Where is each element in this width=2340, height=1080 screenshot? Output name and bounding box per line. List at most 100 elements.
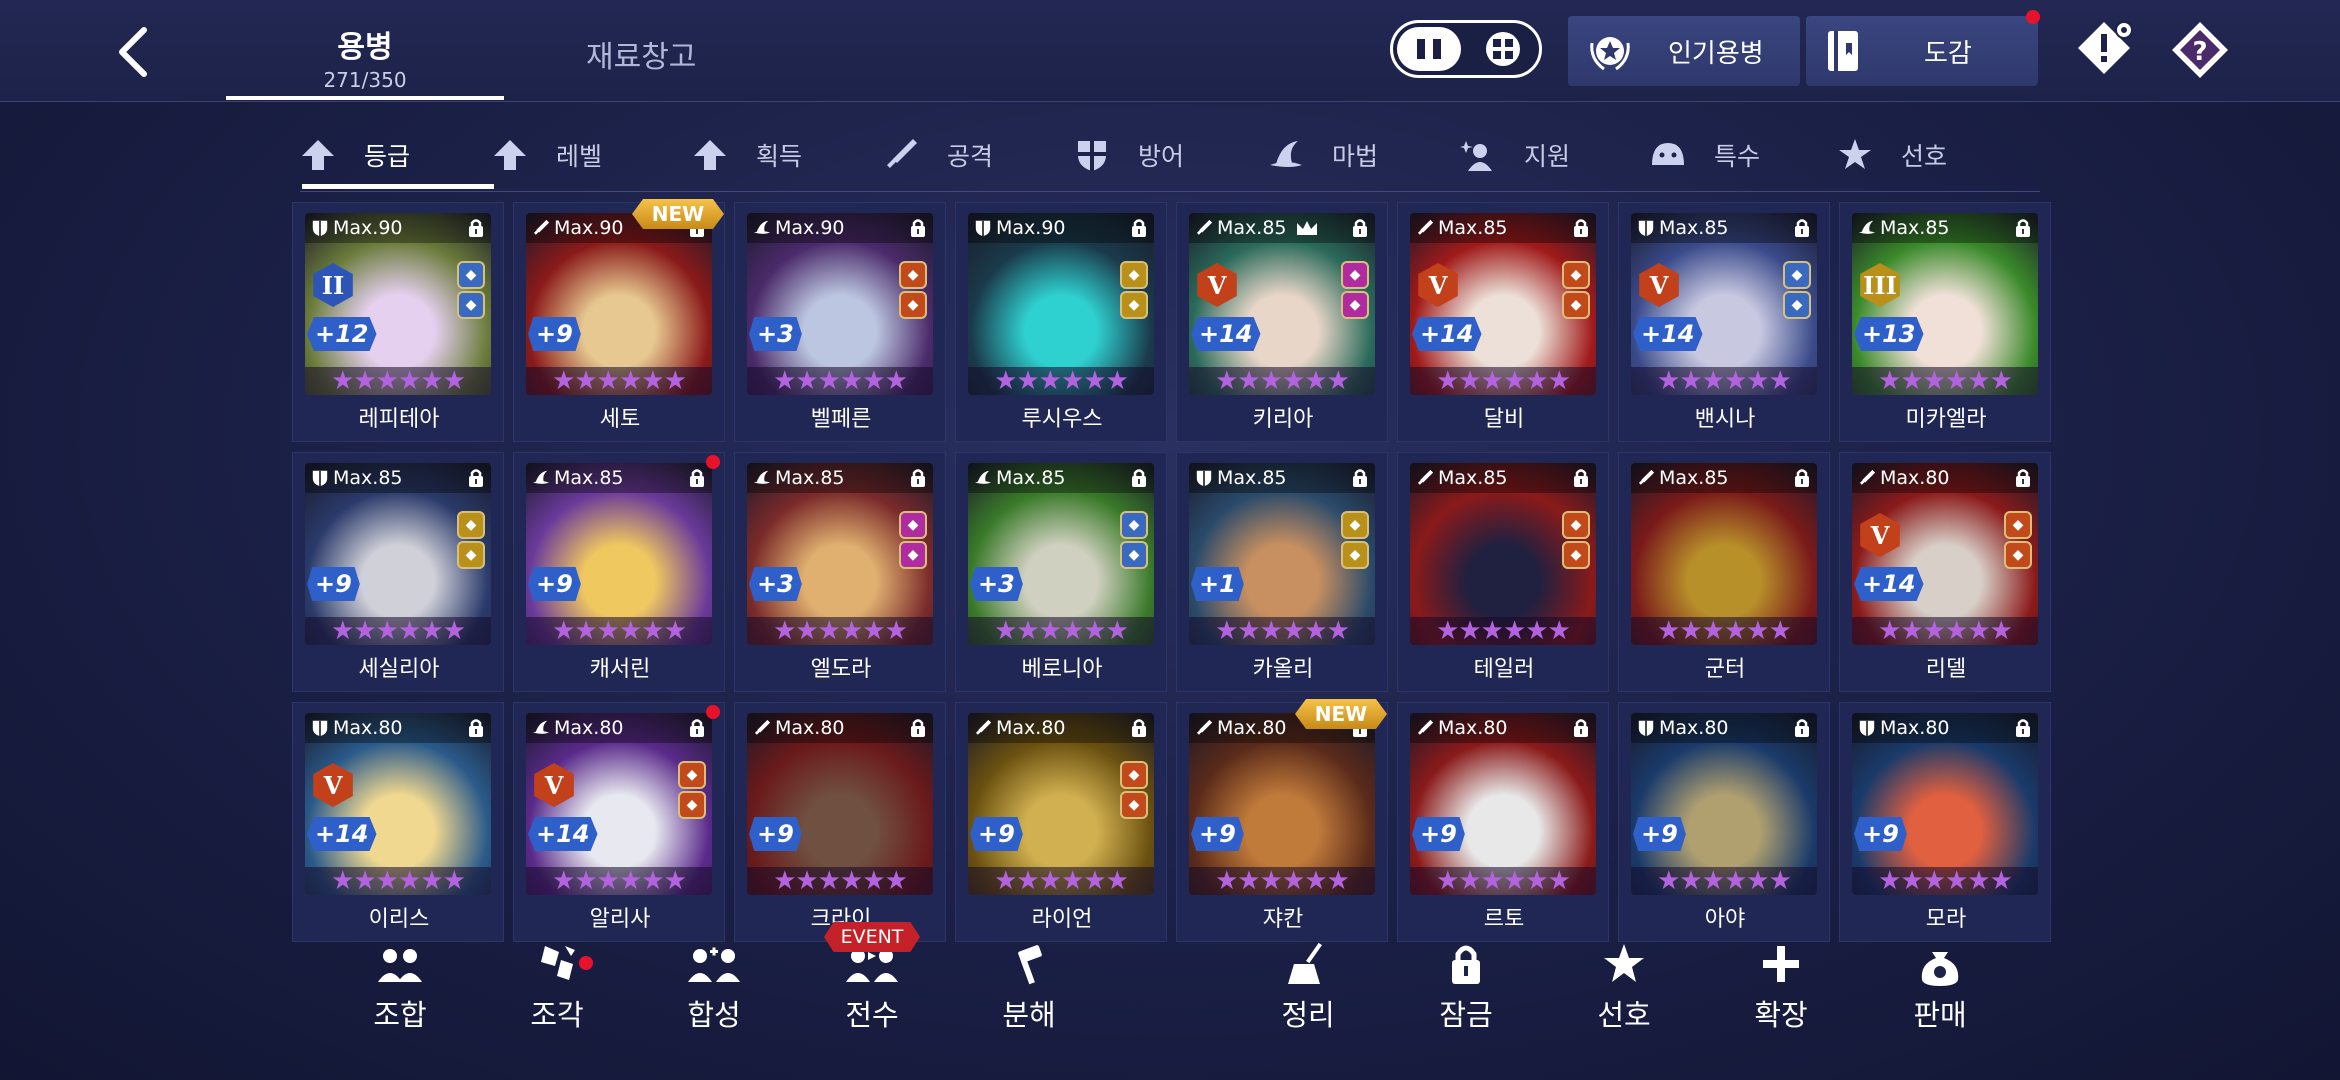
lock-icon[interactable] [1793,718,1811,738]
popular-mercenary-button[interactable]: 인기용병 [1568,16,1800,86]
enhance-level: +14 [307,817,377,851]
character-portrait: Max.85 III +13 ★★★★★★ [1852,213,2038,395]
notice-settings-button[interactable] [2074,18,2138,82]
mercenary-card[interactable]: Max.85 ◆ ◆ +3 ★★★★★★ 엘도라 [734,452,946,692]
lock-icon[interactable] [1572,718,1590,738]
sword-icon [975,719,992,735]
lock-icon[interactable] [1793,468,1811,488]
lock-icon[interactable] [1130,468,1148,488]
filter-shield-4[interactable]: 방어 [1074,118,1184,192]
lock-icon[interactable] [1351,468,1369,488]
filter-star-8[interactable]: 선호 [1837,118,1947,192]
mercenary-card[interactable]: Max.85 ◆ ◆ +1 ★★★★★★ 카올리 [1176,452,1388,692]
lock-icon[interactable] [2014,718,2032,738]
lock-icon[interactable] [688,718,706,738]
mercenary-card[interactable]: Max.80 +9 ★★★★★★ 크라이 [734,702,946,942]
action-broom[interactable]: 정리 [1248,942,1368,1034]
sword-icon [1638,469,1655,485]
help-button[interactable]: ? [2168,18,2232,82]
mercenary-card[interactable]: Max.90 +9 ★★★★★★ 세토 NEW [513,199,725,442]
lock-icon[interactable] [1130,218,1148,238]
star-rating: ★★★★★★ [1410,616,1596,645]
character-portrait: Max.85 ◆ ◆ +1 ★★★★★★ [1189,463,1375,645]
action-moneybag[interactable]: 판매 [1880,942,2000,1034]
mercenary-name: 미카엘라 [1905,407,1987,432]
filter-arrow-up-2[interactable]: 획득 [692,118,802,192]
lock-icon[interactable] [909,468,927,488]
lock-icon[interactable] [909,718,927,738]
action-hammer[interactable]: 분해 [969,942,1089,1034]
mercenary-card[interactable]: Max.80 +9 ★★★★★★ 르토 [1397,702,1609,942]
skill-gem-icon: ◆ [457,541,485,569]
mercenary-name: 루시우스 [1021,407,1103,432]
mercenary-card[interactable]: Max.90 II ◆ ◆ +12 ★★★★★★ 레피테아 [292,202,504,442]
lock-icon[interactable] [1793,218,1811,238]
notification-dot [706,455,720,469]
character-portrait: Max.80 +9 ★★★★★★ [747,713,933,895]
character-portrait: Max.90 ◆ ◆ ★★★★★★ [968,213,1154,395]
wizard-hat-icon [532,720,550,734]
mercenary-card[interactable]: Max.80 +9 ★★★★★★ 모라 [1839,702,2051,942]
lock-icon[interactable] [1130,718,1148,738]
mercenary-card[interactable]: Max.85 ★★★★★★ 군터 [1618,452,1830,692]
filter-blob-7[interactable]: 특수 [1650,118,1760,192]
filter-wizard-hat-5[interactable]: 마법 [1268,118,1378,192]
lock-icon[interactable] [467,468,485,488]
action-combine[interactable]: 조합 [340,942,460,1034]
mercenary-card[interactable]: Max.80 +9 ★★★★★★ 아야 [1618,702,1830,942]
action-merge[interactable]: 합성 [654,942,774,1034]
star-rating: ★★★★★★ [305,616,491,645]
tab-materials[interactable]: 재료창고 [586,32,696,76]
mercenary-card[interactable]: Max.80 V +14 ★★★★★★ 이리스 [292,702,504,942]
mercenary-card[interactable]: Max.85 V ◆ ◆ +14 ★★★★★★ 키리아 [1176,202,1388,442]
mercenary-card[interactable]: Max.85 +9 ★★★★★★ 캐서린 [513,452,725,692]
lock-icon[interactable] [2014,218,2032,238]
character-portrait: Max.85 V ◆ ◆ +14 ★★★★★★ [1631,213,1817,395]
action-plus[interactable]: 확장 [1721,942,1841,1034]
filter-arrow-up-0[interactable]: 등급 [300,118,410,192]
mercenary-card[interactable]: Max.85 V ◆ ◆ +14 ★★★★★★ 밴시나 [1618,202,1830,442]
character-portrait: Max.80 +9 ★★★★★★ [1410,713,1596,895]
filter-sword-3[interactable]: 공격 [883,118,993,192]
filter-label: 지원 [1524,142,1571,171]
codex-button[interactable]: 도감 [1806,10,2040,86]
character-portrait: Max.80 V ◆ ◆ +14 ★★★★★★ [526,713,712,895]
action-inherit[interactable]: 전수 [812,942,932,1034]
action-star[interactable]: 선호 [1564,942,1684,1034]
view-toggle[interactable] [1390,20,1542,78]
lock-icon[interactable] [1572,218,1590,238]
mercenary-card[interactable]: Max.85 ◆ ◆ +9 ★★★★★★ 세실리아 [292,452,504,692]
lock-icon[interactable] [467,218,485,238]
character-portrait: Max.80 V ◆ ◆ +14 ★★★★★★ [1852,463,2038,645]
filter-arrow-up-1[interactable]: 레벨 [492,118,602,192]
mercenary-card[interactable]: Max.80 +9 ★★★★★★ 쟈칸 NEW [1176,699,1388,942]
list-view-option[interactable] [1397,27,1461,71]
mercenary-card[interactable]: Max.85 III +13 ★★★★★★ 미카엘라 [1839,202,2051,442]
mercenary-card[interactable]: Max.85 V ◆ ◆ +14 ★★★★★★ 달비 [1397,202,1609,442]
star-rating: ★★★★★★ [747,366,933,395]
filter-support-6[interactable]: 지원 [1460,118,1570,192]
tab-mercenaries[interactable]: 용병 271/350 [226,22,504,92]
back-button[interactable] [108,22,164,82]
mercenary-card[interactable]: Max.80 V ◆ ◆ +14 ★★★★★★ 리델 [1839,452,2051,692]
mercenary-card[interactable]: Max.90 ◆ ◆ +3 ★★★★★★ 벨페른 [734,202,946,442]
rank-badge: V [313,763,353,807]
grid-view-option[interactable] [1471,27,1535,71]
action-shard[interactable]: 조각 [497,942,617,1034]
mercenary-card[interactable]: Max.80 V ◆ ◆ +14 ★★★★★★ 알리사 [513,702,725,942]
wizard-hat-icon [1858,220,1876,234]
lock-icon[interactable] [2014,468,2032,488]
mercenary-card[interactable]: Max.85 ◆ ◆ ★★★★★★ 테일러 [1397,452,1609,692]
max-level-label: Max.85 [1189,463,1375,493]
mercenary-card[interactable]: Max.80 ◆ ◆ +9 ★★★★★★ 라이언 [955,702,1167,942]
lock-icon[interactable] [1572,468,1590,488]
lock-icon[interactable] [909,218,927,238]
book-icon [1828,31,1858,71]
star-rating: ★★★★★★ [526,616,712,645]
lock-icon[interactable] [1351,218,1369,238]
action-lock[interactable]: 잠금 [1406,942,1526,1034]
mercenary-card[interactable]: Max.90 ◆ ◆ ★★★★★★ 루시우스 [955,202,1167,442]
lock-icon[interactable] [467,718,485,738]
lock-icon[interactable] [688,468,706,488]
mercenary-card[interactable]: Max.85 ◆ ◆ +3 ★★★★★★ 베로니아 [955,452,1167,692]
